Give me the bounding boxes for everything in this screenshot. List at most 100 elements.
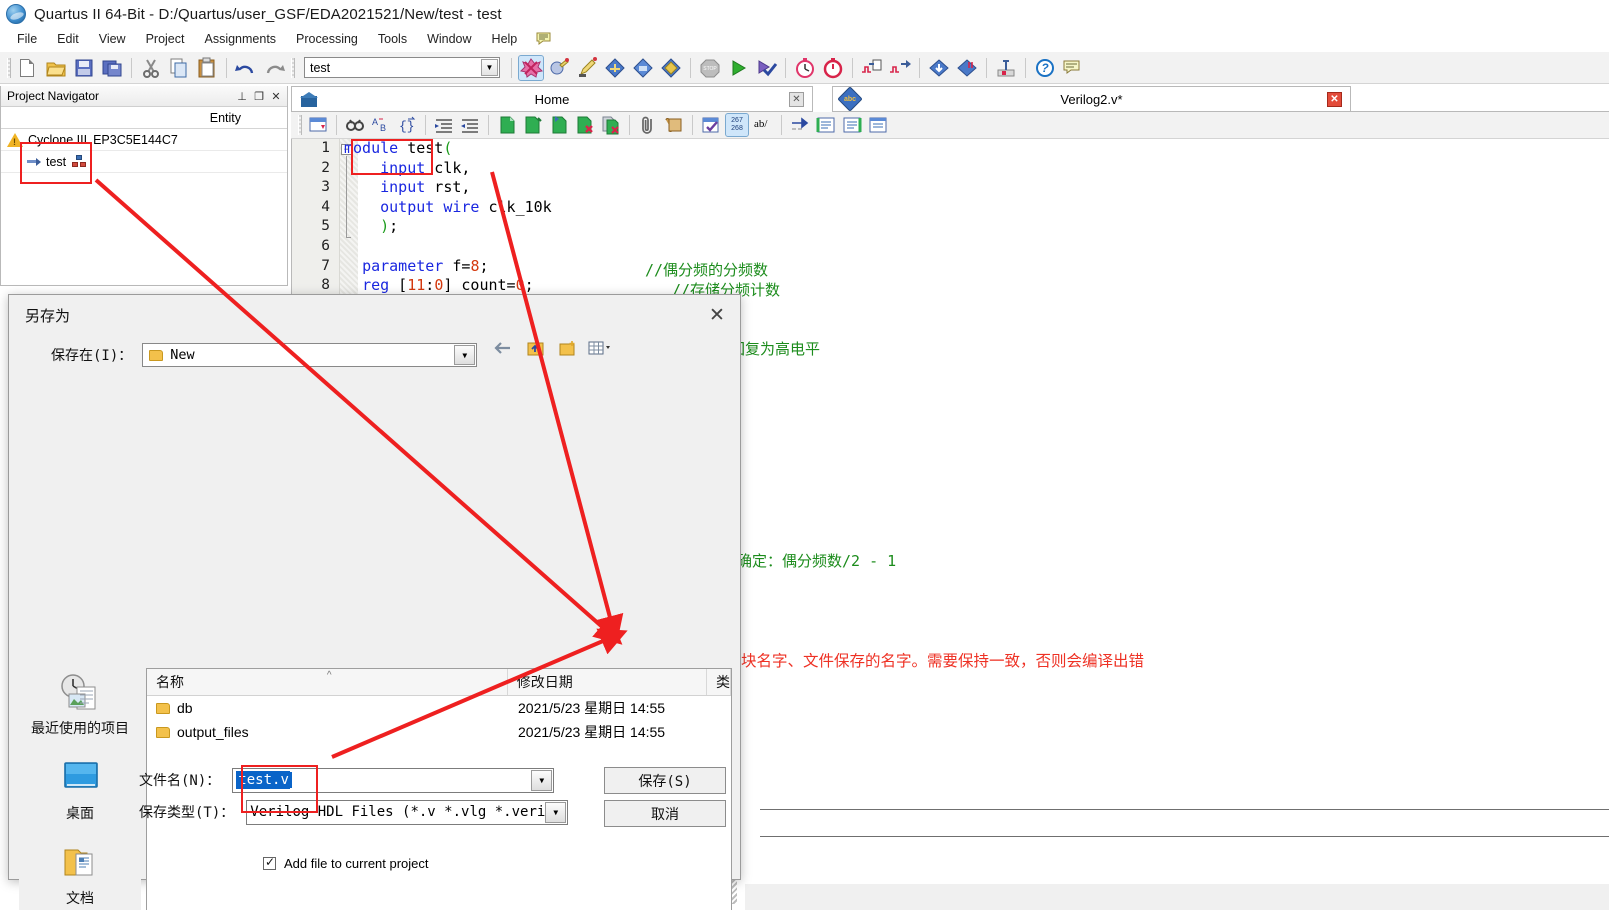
place-recent[interactable]: 最近使用的项目 xyxy=(19,673,141,758)
menu-window[interactable]: Window xyxy=(418,30,480,48)
chevron-down-icon[interactable]: ▼ xyxy=(531,769,553,791)
cancel-button[interactable]: 取消 xyxy=(604,800,726,827)
compile-diamond-button[interactable] xyxy=(631,56,655,80)
check-syntax-button[interactable] xyxy=(700,114,722,136)
goto-brace-button[interactable]: {} xyxy=(396,114,418,136)
tab-home[interactable]: Home ✕ xyxy=(291,86,813,112)
line-numbers-button[interactable]: 267 268 xyxy=(725,113,749,137)
project-combo[interactable]: test ▼ xyxy=(304,57,500,78)
menu-edit[interactable]: Edit xyxy=(48,30,88,48)
tab-verilog2-close-icon[interactable]: ✕ xyxy=(1327,91,1342,107)
device-part-label: EP3C5E144C7 xyxy=(93,132,178,147)
menu-help[interactable]: Help xyxy=(483,30,527,48)
analysis-synthesis-button[interactable] xyxy=(547,56,571,80)
tab-verilog2[interactable]: abc Verilog2.v* ✕ xyxy=(832,86,1351,112)
programmer-in-button[interactable] xyxy=(860,56,884,80)
stop-button[interactable]: STOP xyxy=(698,56,722,80)
menu-assignments[interactable]: Assignments xyxy=(195,30,285,48)
menu-file[interactable]: File xyxy=(8,30,46,48)
word-wrap-button[interactable]: ab/ xyxy=(752,114,774,136)
line-number: 2 xyxy=(321,159,330,176)
download-button[interactable] xyxy=(927,56,951,80)
go-to-button[interactable] xyxy=(789,114,811,136)
start-compilation-button[interactable] xyxy=(754,56,778,80)
undo-button[interactable] xyxy=(234,56,258,80)
view-menu-button[interactable] xyxy=(588,337,612,359)
open-file-button[interactable] xyxy=(44,56,68,80)
file-list-row[interactable]: output_files 2021/5/23 星期日 14:55 xyxy=(147,720,731,744)
new-file-button[interactable] xyxy=(16,56,40,80)
back-button[interactable] xyxy=(492,337,516,359)
toolbar-grip-2[interactable] xyxy=(291,57,295,78)
replace-button[interactable]: AB xyxy=(370,114,392,136)
programmer-out-button[interactable] xyxy=(888,56,912,80)
start-button[interactable] xyxy=(726,56,750,80)
column-type[interactable]: 类 xyxy=(707,669,731,695)
save-in-combo[interactable]: New ▼ xyxy=(142,343,478,367)
toolbar-separator xyxy=(226,57,227,78)
editor-toolbar-separator xyxy=(692,115,693,135)
find-button[interactable] xyxy=(344,114,366,136)
messages-toolbar-button[interactable] xyxy=(1061,56,1085,80)
compile-cancel-button[interactable] xyxy=(518,54,544,81)
split-vertical-button[interactable] xyxy=(841,114,863,136)
pin-button[interactable]: ⊥ xyxy=(235,89,249,103)
place-documents[interactable]: 文档 xyxy=(19,843,141,910)
column-modified[interactable]: 修改日期 xyxy=(508,669,707,695)
pin-planner-button[interactable] xyxy=(575,56,599,80)
add-file-to-project-checkbox[interactable] xyxy=(263,855,276,870)
cut-button[interactable] xyxy=(139,56,163,80)
project-combo-value: test xyxy=(310,60,331,75)
dialog-close-button[interactable]: ✕ xyxy=(694,295,740,335)
save-file-button[interactable] xyxy=(72,56,96,80)
tab-home-close-icon[interactable]: ✕ xyxy=(789,91,804,107)
save-button[interactable]: 保存(S) xyxy=(604,767,726,794)
scroll-button[interactable] xyxy=(663,114,685,136)
editor-toolbar-grip[interactable] xyxy=(298,115,302,135)
comment-button[interactable] xyxy=(496,114,518,136)
timing-analyzer-button[interactable] xyxy=(793,56,817,80)
close-button[interactable]: ✕ xyxy=(269,89,283,103)
code-line-7: parameter f=8; xyxy=(362,256,489,275)
message-balloon-icon[interactable] xyxy=(536,32,553,46)
increase-indent-button[interactable] xyxy=(433,114,455,136)
bookmark-page-button[interactable] xyxy=(548,114,570,136)
bookmark-clear-all-button[interactable] xyxy=(600,114,622,136)
float-button[interactable]: ❐ xyxy=(252,89,266,103)
chevron-down-icon[interactable]: ▼ xyxy=(454,345,476,365)
bookmark-clear-button[interactable] xyxy=(574,114,596,136)
add-file-to-project-row[interactable]: Add file to current project xyxy=(263,855,429,871)
timing-analyzer2-button[interactable] xyxy=(821,56,845,80)
decrease-indent-button[interactable] xyxy=(459,114,481,136)
split-horizontal-button[interactable] xyxy=(815,114,837,136)
new-folder-button[interactable] xyxy=(556,337,580,359)
place-desktop[interactable]: 桌面 xyxy=(19,758,141,843)
help-button[interactable]: ? xyxy=(1033,56,1057,80)
copy-button[interactable] xyxy=(167,56,191,80)
redo-button[interactable] xyxy=(262,56,286,80)
menu-processing[interactable]: Processing xyxy=(287,30,367,48)
save-all-button[interactable] xyxy=(100,56,124,80)
highlight-box-filename xyxy=(241,765,318,813)
menu-project[interactable]: Project xyxy=(137,30,194,48)
panel-button[interactable] xyxy=(867,114,889,136)
editor-toolbar-separator xyxy=(425,115,426,135)
menu-tools[interactable]: Tools xyxy=(369,30,416,48)
toolbar-grip[interactable] xyxy=(7,57,11,78)
place-documents-label: 文档 xyxy=(66,890,94,906)
download-alt-button[interactable] xyxy=(955,56,979,80)
compile-diamond-gold-button[interactable] xyxy=(659,56,683,80)
start-compilation-blue-button[interactable] xyxy=(603,56,627,80)
column-name[interactable]: 名称 ^ xyxy=(147,669,508,695)
uncomment-button[interactable] xyxy=(522,114,544,136)
menu-view[interactable]: View xyxy=(90,30,135,48)
editor-toolbar-separator xyxy=(781,115,782,135)
chevron-down-icon[interactable]: ▼ xyxy=(545,801,567,823)
chip-planner-button[interactable] xyxy=(994,56,1018,80)
file-list-row[interactable]: db 2021/5/23 星期日 14:55 xyxy=(147,696,731,720)
insert-template-button[interactable] xyxy=(307,114,329,136)
chevron-down-icon[interactable]: ▼ xyxy=(481,59,498,76)
up-one-level-button[interactable] xyxy=(524,337,548,359)
paperclip-button[interactable] xyxy=(637,114,659,136)
paste-button[interactable] xyxy=(195,56,219,80)
